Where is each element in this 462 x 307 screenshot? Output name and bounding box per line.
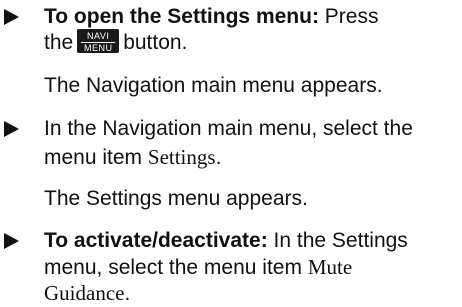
step-1-text-2b: button. — [123, 31, 188, 55]
step-3-text: In the Settings — [273, 229, 408, 252]
step-3-line-1: To activate/deactivate: In the Settings — [44, 228, 408, 254]
navi-key-bottom-label: MENU — [81, 42, 116, 53]
step-2-result: The Settings menu appears. — [44, 187, 308, 210]
step-1-text: Press — [324, 5, 379, 28]
menu-item-name-cont: Guidance — [44, 281, 125, 305]
step-2-text-2a: menu item — [44, 146, 143, 169]
step-1-line-1: To open the Settings menu: Press — [44, 4, 378, 30]
navi-menu-key-icon: NAVI MENU — [77, 29, 120, 53]
step-2-line-1: In the Navigation main menu, select the — [44, 117, 413, 140]
step-1-line-2: the NAVI MENU button. — [44, 29, 188, 57]
menu-item-name: Settings — [147, 145, 216, 169]
step-2-text-2b: . — [215, 146, 222, 169]
step-2-line-2: menu item Settings. — [44, 144, 221, 171]
step-1-result: The Navigation main menu appears. — [44, 74, 383, 97]
step-3-text-3b: . — [124, 282, 131, 305]
menu-item-name: Mute — [307, 255, 353, 279]
step-1-text-2a: the — [44, 31, 74, 55]
navi-key-top-label: NAVI — [87, 31, 110, 41]
step-3-line-3: Guidance. — [44, 280, 130, 307]
step-3-text-2a: menu, select the menu item — [44, 256, 302, 279]
triangle-right-icon — [4, 233, 19, 249]
step-3-lead: To activate/deactivate: — [44, 229, 268, 252]
step-1-lead: To open the Settings menu: — [44, 5, 319, 28]
instruction-document: To open the Settings menu: Press the NAVI… — [0, 0, 462, 307]
triangle-right-icon — [4, 121, 19, 137]
step-3-line-2: menu, select the menu item Mute — [44, 254, 352, 281]
triangle-right-icon — [4, 9, 19, 25]
